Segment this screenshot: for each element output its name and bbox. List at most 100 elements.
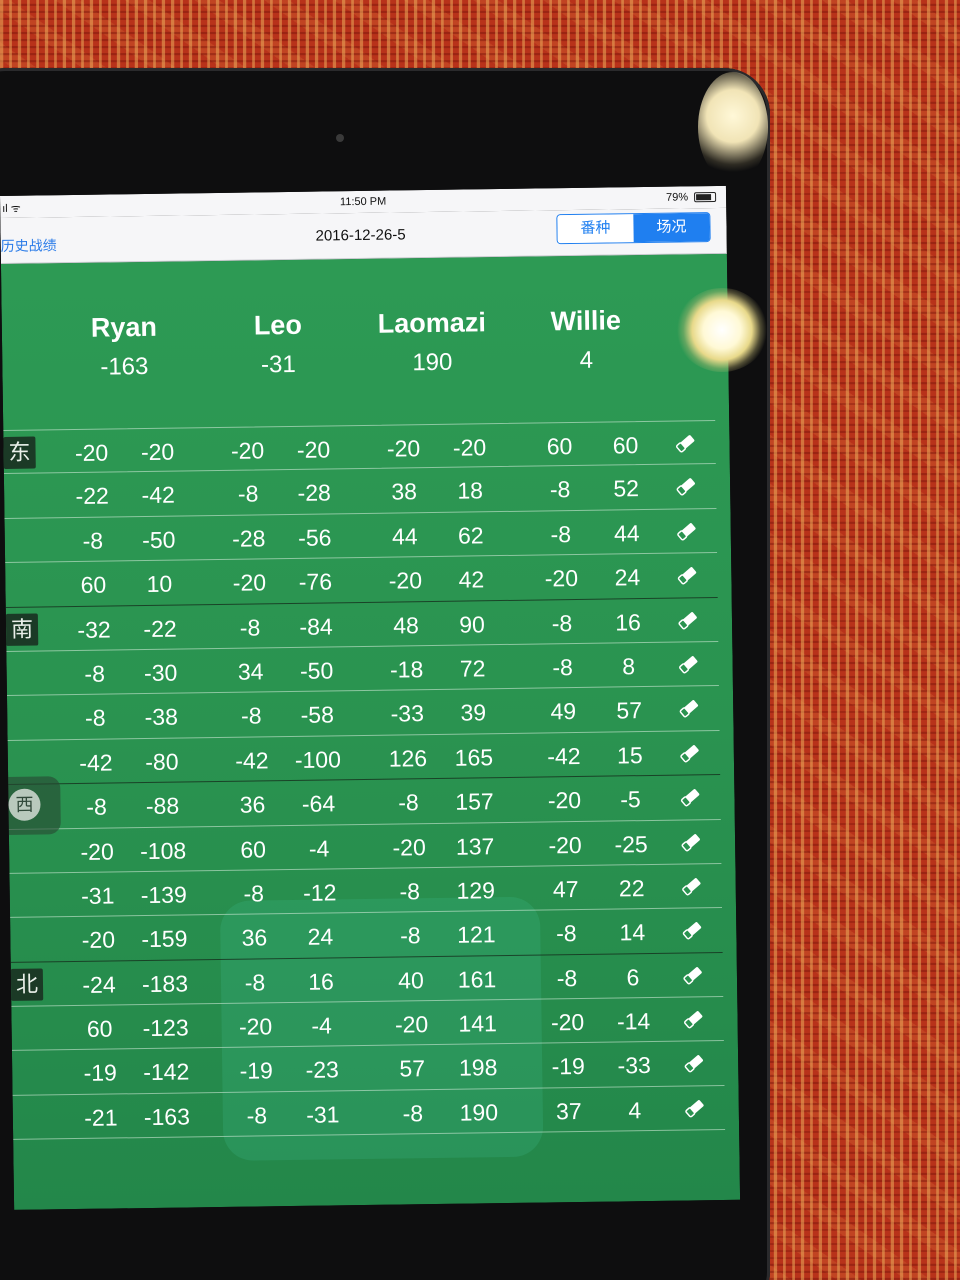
round-score-cell: -20: [544, 565, 579, 592]
round-score-cell: -20: [388, 567, 423, 594]
running-total-cell: -31: [306, 1101, 340, 1128]
player-total: -163: [100, 352, 149, 381]
player-name: Ryan: [90, 311, 158, 343]
round-score-cell: -8: [402, 1100, 424, 1127]
edit-round-icon[interactable]: [673, 431, 697, 455]
edit-round-icon[interactable]: [681, 1007, 705, 1031]
edit-round-icon[interactable]: [680, 919, 704, 943]
round-score-cell: -20: [230, 437, 265, 464]
running-total-cell: 90: [459, 610, 485, 638]
running-total-cell: 161: [457, 965, 497, 993]
running-total-cell: -30: [143, 659, 178, 686]
running-total-cell: -23: [305, 1056, 340, 1084]
edit-round-icon[interactable]: [676, 608, 700, 632]
battery-icon: [694, 192, 717, 203]
wind-label-west: 西: [0, 776, 61, 836]
running-total-cell: 4: [628, 1096, 642, 1124]
round-score-cell: 36: [239, 791, 266, 818]
edit-round-icon[interactable]: [683, 1096, 707, 1120]
edit-round-icon[interactable]: [676, 652, 700, 676]
round-score-cell: -32: [77, 616, 111, 643]
view-segmented-control[interactable]: 番种 场况: [556, 212, 711, 245]
segment-game-status[interactable]: 场况: [633, 213, 710, 243]
running-total-cell: 24: [614, 564, 641, 591]
battery-percentage: 79%: [665, 191, 689, 204]
round-score-cell: -20: [74, 439, 109, 466]
running-total-cell: -25: [614, 830, 648, 857]
wind-label: 北: [10, 968, 44, 1001]
round-score-cell: -20: [386, 435, 421, 462]
running-total-cell: 62: [457, 522, 484, 549]
running-total-cell: 24: [307, 923, 334, 951]
round-score-cell: -42: [235, 747, 269, 774]
round-score-cell: 60: [240, 835, 267, 863]
running-total-cell: -163: [143, 1103, 191, 1130]
round-score-cell: 38: [391, 478, 418, 505]
edit-round-icon[interactable]: [675, 519, 699, 543]
round-score-cell: -8: [246, 1102, 268, 1129]
running-total-cell: 165: [454, 743, 494, 771]
round-score-cell: 36: [241, 924, 268, 951]
wind-label: 东: [3, 436, 36, 469]
round-score-cell: 60: [80, 571, 107, 599]
score-rows: 东 -20 -20 -20 -20 -20 -20 60 60 -22 -42 -8 -28 38 18 -8…: [0, 420, 726, 1141]
round-score-cell: -8: [399, 922, 421, 949]
running-total-cell: 44: [613, 519, 640, 547]
round-score-cell: 34: [237, 658, 264, 685]
round-score-cell: 57: [399, 1055, 426, 1082]
running-total-cell: -22: [143, 615, 177, 642]
running-total-cell: -108: [139, 836, 187, 864]
running-total-cell: 22: [618, 874, 645, 902]
running-total-cell: -50: [142, 526, 176, 553]
score-row: -21 -163 -8 -31 -8 190 37 4: [12, 1085, 726, 1141]
round-score-cell: 44: [391, 522, 418, 550]
round-score-cell: -42: [547, 742, 581, 770]
player-name: Willie: [550, 305, 622, 337]
round-score-cell: -8: [549, 476, 571, 503]
edit-round-icon[interactable]: [678, 785, 702, 809]
running-total-cell: 14: [619, 919, 646, 946]
round-score-cell: 47: [552, 875, 579, 903]
round-score-cell: -20: [392, 833, 426, 861]
running-total-cell: -12: [302, 879, 337, 906]
running-total-cell: -123: [142, 1014, 189, 1042]
running-total-cell: -100: [294, 746, 342, 773]
running-total-cell: -88: [145, 792, 180, 820]
edit-round-icon[interactable]: [677, 697, 701, 721]
round-score-cell: -20: [80, 837, 114, 865]
running-total-cell: 10: [146, 570, 173, 598]
running-total-cell: 72: [459, 655, 486, 682]
edit-round-icon[interactable]: [674, 475, 698, 499]
running-total-cell: -76: [298, 568, 333, 596]
running-total-cell: 129: [456, 877, 496, 904]
running-total-cell: 157: [455, 788, 494, 815]
running-total-cell: -58: [300, 701, 335, 729]
round-score-cell: 40: [398, 966, 424, 994]
edit-round-icon[interactable]: [682, 1052, 706, 1076]
app-screen: ıl ᯤ 11:50 PM 79% 历史战绩 2016-12-26-5 番种 场…: [0, 185, 741, 1210]
running-total-cell: 8: [622, 653, 636, 680]
round-score-cell: 37: [555, 1097, 582, 1125]
player-total: 4: [579, 346, 594, 374]
running-total-cell: 190: [459, 1098, 499, 1126]
round-score-cell: -21: [84, 1104, 118, 1131]
segment-fan-types[interactable]: 番种: [557, 214, 634, 244]
running-total-cell: -14: [616, 1008, 651, 1035]
round-score-cell: -20: [81, 926, 116, 954]
running-total-cell: -142: [143, 1058, 190, 1086]
edit-round-icon[interactable]: [681, 963, 705, 987]
running-total-cell: -84: [299, 612, 333, 640]
round-score-cell: -20: [550, 1009, 585, 1036]
round-score-cell: -8: [240, 702, 262, 730]
edit-round-icon[interactable]: [675, 563, 699, 587]
round-score-cell: 48: [393, 611, 420, 639]
wind-label: 南: [5, 613, 39, 646]
round-score-cell: -8: [239, 613, 261, 641]
running-total-cell: -28: [297, 479, 331, 507]
running-total-cell: 137: [455, 832, 495, 860]
running-total-cell: -42: [141, 481, 175, 509]
edit-round-icon[interactable]: [678, 741, 702, 765]
edit-round-icon[interactable]: [679, 830, 703, 854]
edit-round-icon[interactable]: [680, 874, 704, 898]
light-reflection: [676, 288, 768, 372]
